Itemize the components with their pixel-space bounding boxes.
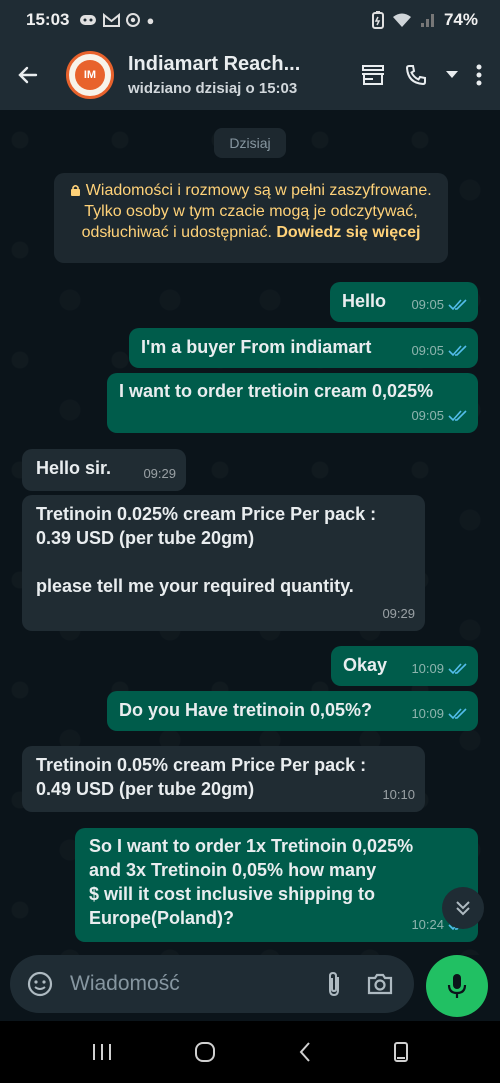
back-nav-icon[interactable] (298, 1041, 312, 1063)
message-outgoing[interactable]: So I want to order 1x Tretinoin 0,025% a… (75, 828, 478, 942)
status-bar: 15:03 ● 74% (0, 0, 500, 40)
scroll-to-bottom-button[interactable] (442, 887, 484, 929)
arrow-left-icon (18, 66, 38, 84)
home-icon[interactable] (194, 1041, 216, 1063)
message-incoming[interactable]: Tretinoin 0.05% cream Price Per pack : 0… (22, 746, 425, 812)
discord-icon (80, 15, 97, 25)
signal-icon (420, 14, 434, 27)
wifi-icon (392, 13, 411, 27)
gmail-icon (103, 13, 121, 27)
message-text: So I want to order 1x Tretinoin 0,025% a… (89, 836, 414, 928)
contact-info[interactable]: Indiamart Reach... widziano dzisiaj o 15… (128, 53, 360, 97)
recent-apps-icon[interactable] (91, 1042, 113, 1062)
message-outgoing[interactable]: I want to order tretioin cream 0,025% 09… (107, 373, 478, 433)
message-time: 09:29 (143, 466, 176, 481)
battery-percent: 74% (443, 10, 478, 29)
date-chip: Dzisiaj (214, 128, 286, 158)
voice-message-button[interactable] (426, 955, 488, 1017)
keyboard-switch-icon[interactable] (393, 1041, 409, 1063)
message-text: Tretinoin 0.025% cream Price Per pack : … (36, 504, 377, 596)
double-check-icon (448, 345, 467, 357)
double-chevron-down-icon (456, 901, 470, 916)
message-input[interactable]: Wiadomość (70, 972, 326, 996)
double-check-icon (448, 410, 467, 422)
message-time: 10:24 (411, 917, 444, 932)
encryption-notice[interactable]: Wiadomości i rozmowy są w pełni zaszyfro… (54, 173, 448, 263)
message-time: 10:10 (382, 787, 415, 802)
message-text: Tretinoin 0.05% cream Price Per pack : 0… (36, 755, 367, 799)
phone-icon (405, 65, 426, 86)
message-list[interactable]: Dzisiaj Wiadomości i rozmowy są w pełni … (0, 110, 500, 955)
message-time: 09:05 (411, 297, 444, 312)
message-time: 09:29 (382, 606, 415, 621)
system-nav-bar (0, 1021, 500, 1083)
contact-name: Indiamart Reach... (128, 53, 301, 75)
attach-icon[interactable] (326, 970, 342, 998)
double-check-icon (448, 708, 467, 720)
double-check-icon (448, 299, 467, 311)
message-outgoing[interactable]: Hello 09:05 (330, 282, 478, 322)
voice-call-button[interactable] (404, 63, 428, 87)
more-vertical-icon (476, 64, 482, 86)
last-seen: widziano dzisiaj o 15:03 (128, 80, 298, 97)
message-outgoing[interactable]: Okay 10:09 (331, 646, 478, 686)
learn-more-link[interactable]: Dowiedz się więcej (276, 224, 420, 241)
message-outgoing[interactable]: Do you Have tretinoin 0,05%? 10:09 (107, 691, 478, 731)
microphone-icon (447, 974, 467, 998)
status-time: 15:03 (26, 10, 70, 29)
chat-header: IM Indiamart Reach... widziano dzisiaj o… (0, 40, 500, 110)
camera-icon[interactable] (366, 972, 394, 996)
battery-saver-icon (371, 11, 384, 29)
message-text: I want to order tretioin cream 0,025% (119, 381, 434, 401)
message-outgoing[interactable]: I'm a buyer From indiamart 09:05 (129, 328, 478, 368)
more-options-button[interactable] (476, 64, 482, 86)
message-time: 10:09 (411, 661, 444, 676)
store-icon (362, 65, 384, 85)
composer: Wiadomość (0, 955, 500, 1021)
message-time: 09:05 (411, 408, 444, 423)
lock-icon (71, 184, 81, 196)
caret-down-icon (446, 71, 458, 78)
message-incoming[interactable]: Hello sir. 09:29 (22, 449, 186, 491)
call-options-button[interactable] (446, 71, 458, 79)
dot-icon: ● (146, 12, 155, 28)
avatar[interactable]: IM (66, 51, 114, 99)
message-input-container[interactable]: Wiadomość (10, 955, 414, 1013)
chrome-icon (126, 13, 141, 27)
sticker-icon[interactable] (26, 970, 54, 998)
message-time: 09:05 (411, 343, 444, 358)
avatar-logo: IM (75, 60, 105, 90)
message-time: 10:09 (411, 706, 444, 721)
message-incoming[interactable]: Tretinoin 0.025% cream Price Per pack : … (22, 495, 425, 631)
catalog-button[interactable] (360, 63, 386, 87)
back-button[interactable] (0, 40, 56, 110)
double-check-icon (448, 663, 467, 675)
